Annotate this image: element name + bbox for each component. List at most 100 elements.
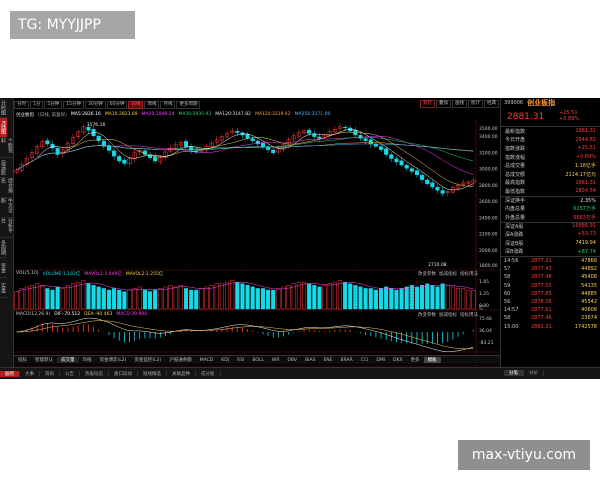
price-axis-label: 2400.00 [479, 215, 498, 221]
indicator-tab[interactable]: WR [268, 358, 284, 363]
volume-bar [91, 285, 96, 310]
strip-item[interactable]: 分析平台 [0, 218, 14, 238]
bottom-tab[interactable]: 短线精选 [138, 370, 167, 377]
volume-bar [14, 291, 19, 310]
left-function-strip: 分时图 K线图 个股资料 自选股 综合排名 牛叉诊断 分析平台 多周期 资金 实盘 [0, 98, 14, 379]
tick-row[interactable]: 14:56 2877.21 47866 [501, 257, 600, 265]
toolbar-button[interactable]: 统计 [468, 100, 483, 108]
strip-item[interactable]: 综合排名 [0, 178, 14, 198]
indicator-tab[interactable]: CCI [357, 358, 373, 363]
bottom-tab[interactable]: 大事 [20, 370, 40, 377]
quote-field-label: 深A涨跌 [505, 231, 524, 238]
tick-view-tab[interactable]: 分价 [524, 370, 544, 376]
toolbar-button[interactable]: 叠加 [436, 100, 451, 108]
tick-row[interactable]: 15:00 2881.31 1742578 [501, 322, 600, 330]
strip-item[interactable]: K线图 [0, 118, 7, 138]
indicator-tab[interactable]: 模板 [423, 357, 441, 363]
tick-row[interactable]: 57 2877.43 44892 [501, 265, 600, 273]
macd-legend: MACD(12,26,9) DIF:-70.512 DEA:-90.463 MACD:… [16, 312, 151, 317]
indicator-tab[interactable]: BOLL [248, 358, 268, 363]
bottom-tab[interactable]: 盘口异动 [109, 370, 138, 377]
tick-view-tab[interactable]: 分笔 [504, 370, 524, 376]
volume-bar [214, 283, 219, 310]
toolbar-button[interactable]: 经典 [484, 100, 499, 108]
subchart-tool[interactable]: 加减指标 [439, 312, 457, 318]
bottom-tab[interactable]: 股吧 [0, 370, 20, 377]
indicator-tab[interactable]: 沪股通余额 [165, 357, 196, 363]
period-button[interactable]: 15分钟 [63, 100, 84, 109]
tick-row[interactable]: 14:57 2877.61 40608 [501, 306, 600, 314]
tick-volume: 45408 [581, 274, 597, 281]
strip-item[interactable]: 多周期 [0, 238, 7, 258]
tick-row[interactable]: 60 2877.85 44885 [501, 290, 600, 298]
bottom-tab[interactable]: 热股动态 [80, 370, 109, 377]
tick-list[interactable]: 14:56 2877.21 47866 57 2877.43 44892 58 2877.48… [501, 255, 600, 331]
period-button[interactable]: 周线 [144, 100, 160, 109]
bottom-tab[interactable]: 关联品种 [167, 370, 196, 377]
indicator-tab[interactable]: DMI [372, 358, 389, 363]
subchart-tool[interactable]: 指标用法 [460, 312, 478, 318]
period-button[interactable]: 日线 [128, 100, 144, 109]
indicator-tab[interactable]: OBV [284, 358, 302, 363]
watermark-bottom: max-vtiyu.com [458, 440, 590, 470]
indicator-tab[interactable]: DKX [389, 358, 407, 363]
tick-volume: 44885 [581, 290, 597, 297]
indicator-tab[interactable]: RSI [233, 358, 248, 363]
kline-chart[interactable]: 3500.00 3400.00 3200.00 3000.00 2800.00 2600.… [14, 120, 500, 368]
subchart-tool[interactable]: 改变参数 [418, 271, 436, 277]
bottom-tab[interactable]: 公告 [60, 370, 80, 377]
volume-bar [286, 285, 291, 310]
tick-row[interactable]: 56 2878.06 45542 [501, 298, 600, 306]
volume-bar [307, 283, 312, 310]
tick-row[interactable]: 58 2877.46 23674 [501, 314, 600, 322]
indicator-tab[interactable]: MACD [196, 358, 218, 363]
period-button[interactable]: 30分钟 [84, 100, 106, 109]
period-button[interactable]: 月线 [160, 100, 176, 109]
bottom-tab[interactable]: 成分股 [196, 370, 221, 377]
indicator-tab[interactable]: 指标 [14, 357, 31, 363]
volume-bar [86, 283, 91, 310]
strip-item[interactable]: 自选股 [0, 158, 7, 178]
candle-body [112, 150, 117, 157]
chart-area[interactable]: 3500.00 3400.00 3200.00 3000.00 2800.00 2600.… [14, 120, 500, 368]
tick-price: 2881.31 [531, 323, 552, 330]
trading-app-window: 分时图 K线图 个股资料 自选股 综合排名 牛叉诊断 分析平台 多周期 资金 实盘 分时 1分 5分钟… [0, 98, 600, 379]
price-box: 2881.31 +25.51 +0.89% [501, 107, 600, 127]
volume-bar [384, 286, 389, 310]
indicator-tab[interactable]: 智能默认 [31, 357, 57, 363]
quote-field-value: +87.74 [577, 248, 596, 255]
strip-item[interactable]: 资金 [0, 258, 7, 278]
strip-item[interactable]: 实盘 [0, 278, 7, 298]
period-button[interactable]: 更多周期 [176, 100, 201, 109]
volume-bar [158, 288, 163, 310]
quote-field-label: 最低指数 [505, 188, 526, 195]
indicator-tab[interactable]: BIAS [301, 358, 319, 363]
indicator-tab[interactable]: 更多 [407, 357, 424, 363]
candle-body [183, 141, 189, 147]
indicator-tab[interactable]: 成交量 [57, 357, 79, 363]
tick-row[interactable]: 58 2877.48 45408 [501, 273, 600, 281]
indicator-tab[interactable]: 资金监控(L2) [130, 357, 165, 363]
strip-item[interactable]: 分时图 [0, 98, 7, 118]
period-button[interactable]: 60分钟 [106, 100, 128, 109]
period-button[interactable]: 分时 [14, 100, 29, 109]
indicator-tab[interactable]: 均线 [79, 357, 96, 363]
period-button[interactable]: 1分 [30, 100, 44, 109]
tick-row[interactable]: 59 2877.55 54135 [501, 281, 600, 289]
indicator-tab[interactable]: BRAR [337, 358, 357, 363]
toolbar-button[interactable]: 复权 [420, 100, 435, 108]
indicator-tab[interactable]: 资金博弈(L2) [96, 357, 131, 363]
period-button[interactable]: 5分钟 [44, 100, 63, 109]
indicator-tab[interactable]: ENE [319, 358, 336, 363]
bottom-tab[interactable]: 资讯 [40, 370, 60, 377]
subchart-tool[interactable]: 指标用法 [460, 271, 478, 277]
strip-item[interactable]: 牛叉诊断 [0, 198, 14, 218]
indicator-tab[interactable]: KDJ [217, 358, 233, 363]
candle-body [425, 179, 430, 184]
tick-volume: 47866 [581, 258, 597, 264]
strip-item[interactable]: 个股资料 [0, 138, 14, 158]
toolbar-button[interactable]: 画线 [452, 100, 467, 108]
subchart-tool[interactable]: 改变参数 [418, 312, 436, 318]
volume-axis-label: 1.25 [479, 291, 489, 297]
subchart-tool[interactable]: 加减指标 [439, 271, 457, 277]
